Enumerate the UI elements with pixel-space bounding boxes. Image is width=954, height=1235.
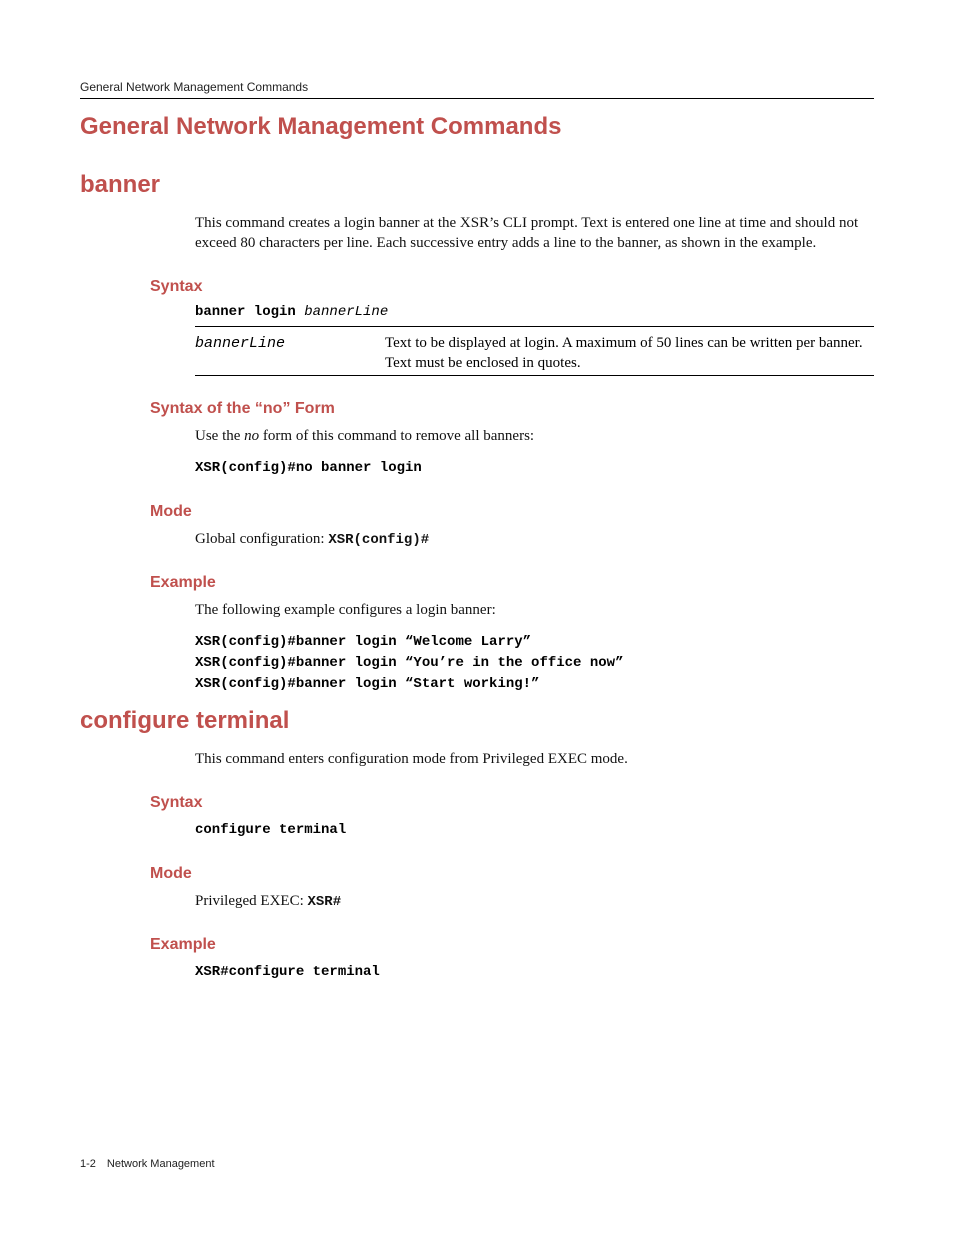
banner-example-code: XSR(config)#banner login “Welcome Larry”… bbox=[195, 632, 874, 695]
header-rule bbox=[80, 98, 874, 99]
banner-syntax-arg: bannerLine bbox=[304, 304, 388, 320]
page-footer: 1-2 Network Management bbox=[80, 1158, 215, 1170]
page: General Network Management Commands Gene… bbox=[0, 0, 954, 1235]
banner-intro: This command creates a login banner at t… bbox=[195, 213, 874, 254]
banner-syntax-line: banner login bannerLine bbox=[195, 304, 874, 320]
configure-mode-heading: Mode bbox=[150, 865, 874, 883]
configure-mode-line: Privileged EXEC: XSR# bbox=[195, 891, 874, 912]
banner-syntax-cmd: banner login bbox=[195, 304, 304, 320]
banner-mode-line: Global configuration: XSR(config)# bbox=[195, 529, 874, 550]
banner-noform-heading: Syntax of the “no” Form bbox=[150, 400, 874, 418]
banner-mode-text: Global configuration: bbox=[195, 531, 328, 547]
param-rule-top bbox=[195, 326, 874, 327]
banner-syntax-heading: Syntax bbox=[150, 278, 874, 296]
banner-noform-text: Use the no form of this command to remov… bbox=[195, 426, 874, 446]
banner-example-text: The following example configures a login… bbox=[195, 600, 874, 620]
configure-syntax-code: configure terminal bbox=[195, 820, 874, 841]
param-rule-bottom bbox=[195, 375, 874, 376]
noform-text-2: form of this command to remove all banne… bbox=[259, 428, 534, 444]
noform-text-1: Use the bbox=[195, 428, 244, 444]
param-name: bannerLine bbox=[195, 333, 385, 374]
banner-noform-code: XSR(config)#no banner login bbox=[195, 458, 874, 479]
noform-text-italic: no bbox=[244, 428, 259, 444]
banner-mode-heading: Mode bbox=[150, 503, 874, 521]
running-header: General Network Management Commands bbox=[80, 80, 874, 94]
section-title: General Network Management Commands bbox=[80, 113, 874, 141]
param-desc: Text to be displayed at login. A maximum… bbox=[385, 333, 874, 374]
banner-mode-code: XSR(config)# bbox=[328, 532, 429, 548]
param-row: bannerLine Text to be displayed at login… bbox=[195, 333, 874, 374]
configure-title: configure terminal bbox=[80, 707, 874, 735]
configure-example-code: XSR#configure terminal bbox=[195, 962, 874, 983]
configure-mode-text: Privileged EXEC: bbox=[195, 893, 308, 909]
banner-example-heading: Example bbox=[150, 574, 874, 592]
configure-syntax-heading: Syntax bbox=[150, 794, 874, 812]
configure-intro: This command enters configuration mode f… bbox=[195, 749, 874, 769]
configure-example-heading: Example bbox=[150, 936, 874, 954]
banner-title: banner bbox=[80, 171, 874, 199]
configure-mode-code: XSR# bbox=[308, 894, 342, 910]
